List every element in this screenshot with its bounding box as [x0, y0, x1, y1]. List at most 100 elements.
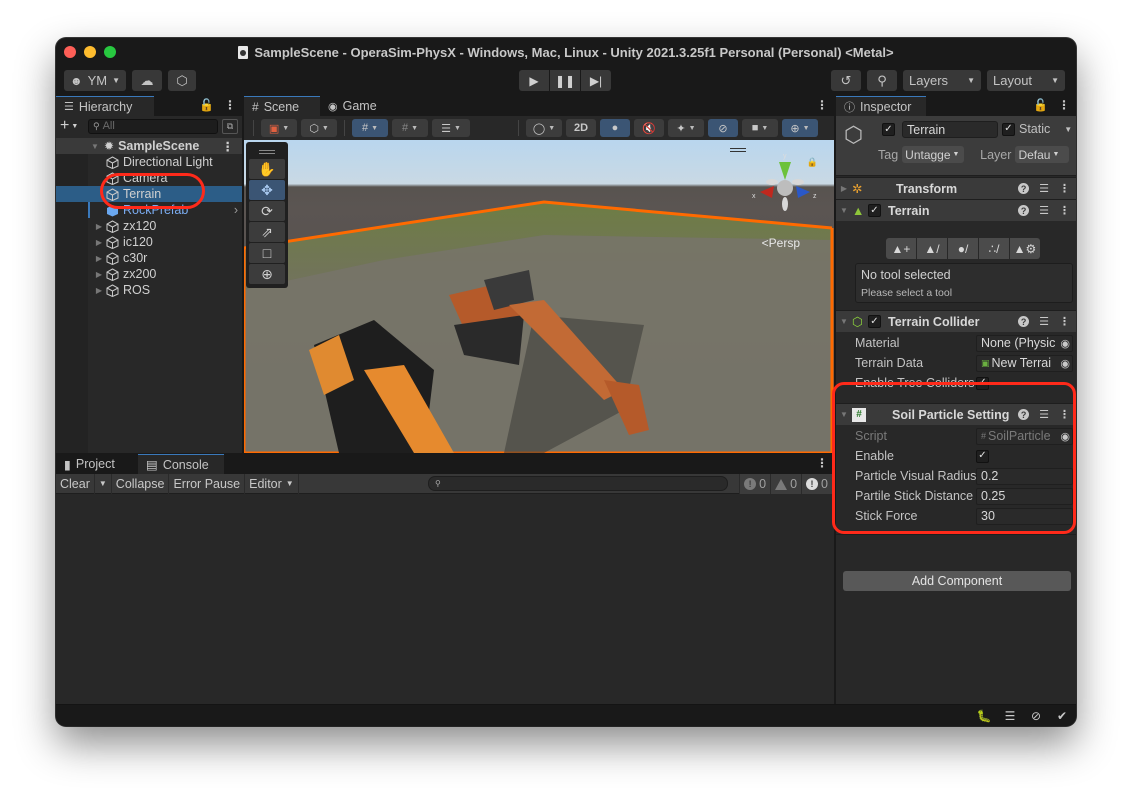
more-options-icon[interactable]: ⋮	[1058, 98, 1070, 112]
more-options-icon[interactable]: ⋮	[1059, 408, 1070, 421]
minimize-window-button[interactable]	[84, 46, 96, 58]
pause-button[interactable]: ❚❚	[550, 70, 580, 91]
paint-trees-button[interactable]: ●/	[948, 238, 978, 259]
more-options-icon[interactable]: ⋮	[816, 98, 828, 112]
collapse-arrow-icon[interactable]: ▼	[836, 206, 852, 215]
expand-arrow-icon[interactable]: ▶	[94, 238, 104, 247]
hierarchy-item[interactable]: ▶ zx200	[56, 266, 242, 282]
expand-arrow-icon[interactable]: ▼	[90, 142, 100, 151]
overlay-menu-icon[interactable]	[730, 148, 746, 152]
gameobject-name-input[interactable]: Terrain	[902, 121, 998, 138]
hierarchy-item[interactable]: RockPrefab ›	[56, 202, 242, 218]
ruler-dropdown[interactable]: ☰ ▼	[432, 119, 470, 137]
tab-game[interactable]: ◉ Game	[320, 96, 385, 116]
collapse-toggle[interactable]: Collapse	[112, 473, 170, 494]
hierarchy-item[interactable]: ▶ c30r	[56, 250, 242, 266]
rotate-tool-button[interactable]: ⟳	[249, 201, 285, 221]
warning-count-toggle[interactable]: 0	[770, 474, 802, 494]
add-component-button[interactable]: Add Component	[843, 571, 1071, 591]
overlay-drag-handle[interactable]	[249, 145, 285, 159]
lighting-toggle[interactable]: ●	[600, 119, 630, 137]
search-button[interactable]: ⚲	[867, 70, 897, 91]
create-neighbor-terrain-button[interactable]: ▲+	[886, 238, 916, 259]
stick-force-input[interactable]: 30	[976, 507, 1073, 525]
tab-project[interactable]: ▮ Project	[56, 454, 138, 474]
lock-icon[interactable]: 🔓	[1033, 98, 1048, 112]
gameobject-active-checkbox[interactable]: ✓	[882, 123, 895, 136]
tab-console[interactable]: ▤ Console	[138, 454, 224, 474]
lock-icon[interactable]: 🔓	[199, 98, 214, 112]
scene-visibility-toggle[interactable]: ⊘	[708, 119, 738, 137]
static-checkbox[interactable]: ✓	[1002, 122, 1015, 136]
tool-handle-position-dropdown[interactable]: ▣ ▼	[261, 119, 297, 137]
more-options-icon[interactable]: ⋮	[816, 456, 828, 470]
presets-icon[interactable]: ☰	[1039, 315, 1049, 328]
account-dropdown[interactable]: ☻ YM ▼	[64, 70, 126, 91]
maximize-window-button[interactable]	[104, 46, 116, 58]
object-picker-icon[interactable]: ◉	[1060, 337, 1070, 350]
soil-particle-setting-component-header[interactable]: ▼ # Soil Particle Setting ? ☰ ⋮	[836, 403, 1076, 425]
auto-generate-lighting-icon[interactable]: ⊘	[1028, 708, 1044, 724]
particle-visual-radius-input[interactable]: 0.2	[976, 467, 1073, 485]
more-options-icon[interactable]: ⋮	[224, 98, 236, 112]
more-options-icon[interactable]: ⋮	[1059, 315, 1070, 328]
audio-toggle[interactable]: 🔇	[634, 119, 664, 137]
check-circle-icon[interactable]: ✔	[1054, 708, 1070, 724]
clear-button[interactable]: Clear	[56, 473, 95, 494]
enable-checkbox[interactable]: ✓	[976, 449, 989, 463]
hierarchy-item[interactable]: Camera	[56, 170, 242, 186]
tab-scene[interactable]: # Scene	[244, 96, 320, 116]
transform-tool-button[interactable]: ⊕	[249, 264, 285, 284]
move-tool-button[interactable]: ✥	[249, 180, 285, 200]
tag-dropdown[interactable]: Untagge ▼	[902, 146, 965, 163]
partile-stick-distance-input[interactable]: 0.25	[976, 487, 1073, 505]
enable-tree-colliders-checkbox[interactable]: ✓	[976, 376, 989, 390]
editor-dropdown[interactable]: Editor ▼	[245, 473, 299, 494]
material-field[interactable]: None (Physic ◉	[976, 334, 1073, 352]
gizmo-z-axis[interactable]	[796, 186, 810, 198]
open-prefab-chevron-icon[interactable]: ›	[234, 203, 238, 217]
static-dropdown-icon[interactable]: ▼	[1064, 125, 1072, 134]
rect-tool-button[interactable]: □	[249, 243, 285, 263]
expand-arrow-icon[interactable]: ▶	[94, 222, 104, 231]
expand-arrow-icon[interactable]: ▶	[94, 270, 104, 279]
hierarchy-search-input[interactable]: ⚲ All	[88, 118, 218, 134]
collapse-arrow-icon[interactable]: ▼	[836, 317, 852, 326]
gameobject-cube-icon[interactable]: ⬡	[844, 122, 863, 148]
terrain-component-header[interactable]: ▼ ▲ ✓ Terrain ? ☰ ⋮	[836, 199, 1076, 221]
close-window-button[interactable]	[64, 46, 76, 58]
tab-hierarchy[interactable]: ☰ Hierarchy	[56, 96, 154, 116]
hierarchy-item[interactable]: ▶ zx120	[56, 218, 242, 234]
gizmo-center[interactable]	[777, 180, 793, 196]
help-icon[interactable]: ?	[1018, 205, 1030, 216]
scene-viewport[interactable]: ✋ ✥ ⟳ ⇗ □ ⊕ y x z 🔒 <Persp	[244, 140, 834, 453]
layer-dropdown[interactable]: Defau ▼	[1015, 146, 1070, 163]
terrain-enabled-checkbox[interactable]: ✓	[868, 204, 881, 217]
transform-component-header[interactable]: ▶ ✲ Transform ? ☰ ⋮	[836, 177, 1076, 199]
help-icon[interactable]: ?	[1018, 409, 1030, 420]
paint-terrain-button[interactable]: ▲/	[917, 238, 947, 259]
layers-dropdown[interactable]: Layers ▼	[903, 70, 981, 91]
terrain-collider-enabled-checkbox[interactable]: ✓	[868, 315, 881, 328]
gizmo-lock-icon[interactable]: 🔒	[807, 157, 818, 168]
2d-toggle[interactable]: 2D	[566, 119, 596, 137]
terrain-settings-button[interactable]: ▲⚙	[1010, 238, 1040, 259]
presets-icon[interactable]: ☰	[1039, 182, 1049, 195]
debug-mode-icon[interactable]: 🐛	[976, 708, 992, 724]
step-button[interactable]: ▶|	[581, 70, 611, 91]
collab-button[interactable]: ⬡	[168, 70, 196, 91]
terrain-collider-component-header[interactable]: ▼ ⬡ ✓ Terrain Collider ? ☰ ⋮	[836, 310, 1076, 332]
cache-server-icon[interactable]: ☰	[1002, 708, 1018, 724]
gizmos-dropdown[interactable]: ⊕ ▼	[782, 119, 818, 137]
cloud-button[interactable]: ☁	[132, 70, 162, 91]
expand-arrow-icon[interactable]: ▶	[94, 254, 104, 263]
tab-inspector[interactable]: ⓘ Inspector	[836, 96, 926, 116]
create-dropdown[interactable]: + ▼	[60, 117, 84, 135]
gizmo-x-axis[interactable]	[760, 186, 774, 198]
hand-tool-button[interactable]: ✋	[249, 159, 285, 179]
hierarchy-scene-row[interactable]: ▼ ✹ SampleScene ⋮	[56, 138, 242, 154]
hierarchy-item[interactable]: ▶ ROS	[56, 282, 242, 298]
layout-dropdown[interactable]: Layout ▼	[987, 70, 1065, 91]
clear-options-dropdown[interactable]: ▼	[95, 473, 112, 494]
help-icon[interactable]: ?	[1018, 316, 1030, 327]
